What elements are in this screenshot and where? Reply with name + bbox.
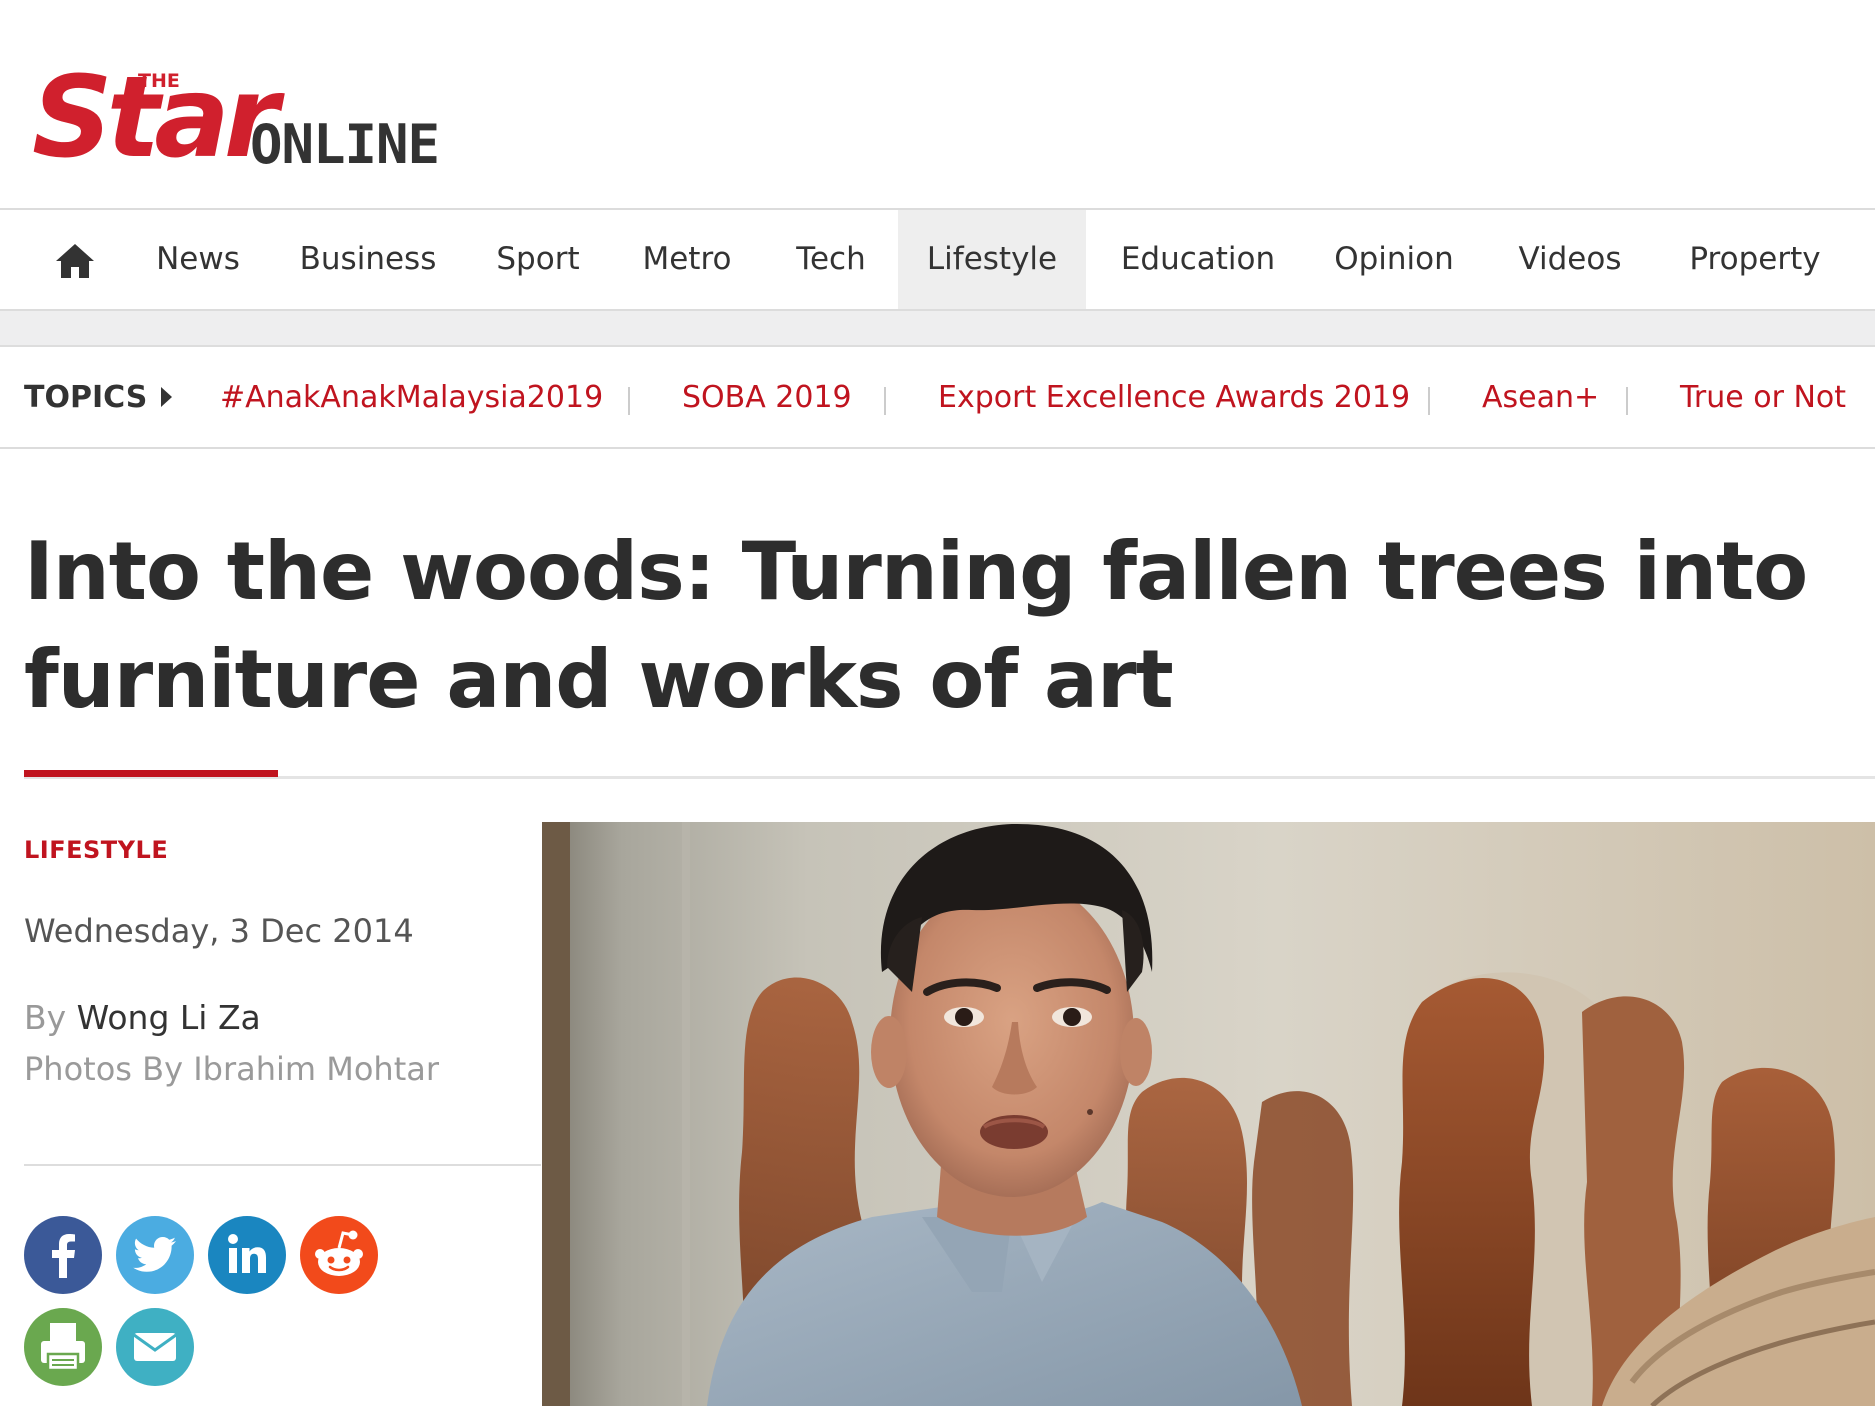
article-headline: Into the woods: Turning fallen trees int… bbox=[24, 518, 1854, 734]
facebook-icon bbox=[24, 1216, 102, 1294]
nav-item-property[interactable]: Property bbox=[1670, 210, 1840, 309]
headline-divider bbox=[24, 776, 1875, 779]
headline-accent-bar bbox=[24, 770, 278, 777]
topic-separator bbox=[884, 387, 886, 415]
twitter-icon bbox=[116, 1216, 194, 1294]
meta-divider bbox=[24, 1164, 541, 1166]
article-date: Wednesday, 3 Dec 2014 bbox=[24, 912, 414, 950]
nav-item-opinion[interactable]: Opinion bbox=[1322, 210, 1466, 309]
topic-true-or-not[interactable]: True or Not bbox=[1680, 349, 1846, 447]
headline-line-1: Into the woods: Turning fallen trees int… bbox=[24, 525, 1808, 618]
nav-item-metro[interactable]: Metro bbox=[628, 210, 746, 309]
reddit-icon bbox=[300, 1216, 378, 1294]
topic-asean-plus[interactable]: Asean+ bbox=[1482, 349, 1599, 447]
hero-photo bbox=[542, 822, 1875, 1406]
nav-item-news[interactable]: News bbox=[130, 210, 266, 309]
topic-export-excellence-awards-2019[interactable]: Export Excellence Awards 2019 bbox=[938, 349, 1410, 447]
topic-separator bbox=[1626, 387, 1628, 415]
site-logo[interactable]: Star THE ONLINE bbox=[32, 62, 452, 182]
home-icon[interactable] bbox=[55, 242, 95, 280]
share-reddit-button[interactable] bbox=[300, 1216, 378, 1294]
nav-spacer-band bbox=[0, 311, 1875, 347]
nav-item-business[interactable]: Business bbox=[288, 210, 448, 309]
print-icon bbox=[24, 1308, 102, 1386]
nav-item-sport[interactable]: Sport bbox=[474, 210, 602, 309]
email-icon bbox=[116, 1308, 194, 1386]
share-twitter-button[interactable] bbox=[116, 1216, 194, 1294]
linkedin-icon bbox=[208, 1216, 286, 1294]
article-byline: By Wong Li Za bbox=[24, 998, 261, 1037]
author-name[interactable]: Wong Li Za bbox=[77, 998, 261, 1037]
logo-the-text: THE bbox=[138, 70, 180, 92]
page: Star THE ONLINE News Business Sport Metr… bbox=[0, 0, 1875, 1406]
topic-separator bbox=[1428, 387, 1430, 415]
topics-label[interactable]: TOPICS bbox=[24, 349, 147, 447]
topic-anakanakmalaysia2019[interactable]: #AnakAnakMalaysia2019 bbox=[220, 349, 603, 447]
logo-online-text: ONLINE bbox=[250, 113, 440, 176]
main-nav: News Business Sport Metro Tech Lifestyle… bbox=[0, 208, 1875, 311]
caret-right-icon bbox=[161, 387, 172, 407]
topic-separator bbox=[628, 387, 630, 415]
share-facebook-button[interactable] bbox=[24, 1216, 102, 1294]
photo-credit: Photos By Ibrahim Mohtar bbox=[24, 1050, 439, 1088]
share-linkedin-button[interactable] bbox=[208, 1216, 286, 1294]
nav-item-education[interactable]: Education bbox=[1104, 210, 1292, 309]
nav-item-lifestyle[interactable]: Lifestyle bbox=[898, 210, 1086, 309]
topic-soba-2019[interactable]: SOBA 2019 bbox=[682, 349, 852, 447]
nav-item-tech[interactable]: Tech bbox=[780, 210, 882, 309]
article-hero-image[interactable] bbox=[542, 822, 1875, 1406]
email-button[interactable] bbox=[116, 1308, 194, 1386]
headline-line-2: furniture and works of art bbox=[24, 633, 1174, 726]
print-button[interactable] bbox=[24, 1308, 102, 1386]
article-category[interactable]: LIFESTYLE bbox=[24, 836, 168, 864]
byline-prefix: By bbox=[24, 998, 67, 1037]
topics-bar: TOPICS #AnakAnakMalaysia2019 SOBA 2019 E… bbox=[0, 349, 1875, 449]
nav-item-videos[interactable]: Videos bbox=[1500, 210, 1640, 309]
